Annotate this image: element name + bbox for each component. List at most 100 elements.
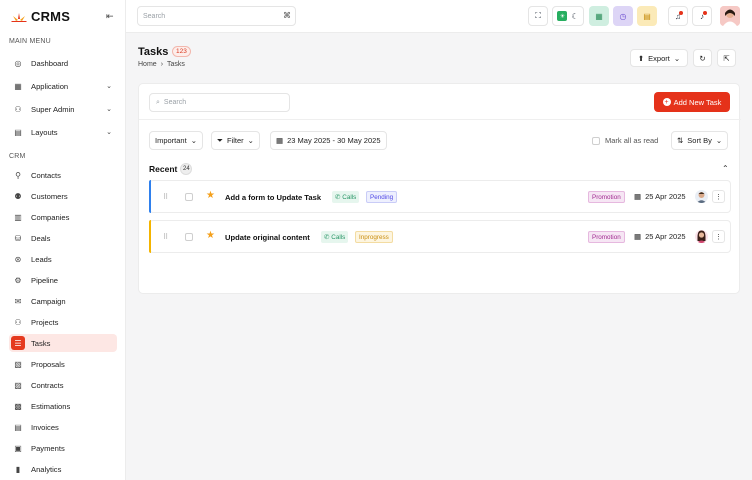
sidebar-item-tasks[interactable]: ☰ Tasks	[9, 334, 117, 352]
drag-handle-icon[interactable]: ⠿	[163, 193, 168, 201]
search-placeholder: Search	[143, 12, 166, 20]
collapse-header-button[interactable]: ⇱	[717, 49, 736, 67]
chevron-right-icon: ›	[160, 61, 164, 68]
task-type-label: Calls	[342, 193, 357, 201]
logo[interactable]: CRMS	[10, 9, 70, 24]
category-badge: Promotion	[588, 231, 625, 243]
alerts-button[interactable]: ♪	[692, 6, 712, 26]
fullscreen-icon: ⛶	[535, 11, 541, 20]
mark-all-read[interactable]: Mark all as read	[592, 136, 658, 145]
page-title: Tasks	[138, 46, 169, 58]
phone-icon: ✆	[324, 233, 330, 241]
pipeline-icon: ⚙	[14, 275, 22, 285]
filter-icon: ⏷	[217, 135, 223, 145]
contacts-icon: ⚲	[15, 170, 21, 180]
sidebar-item-label: Tasks	[31, 338, 51, 348]
leads-icon: ⊛	[14, 254, 22, 264]
sidebar-item-application[interactable]: ▦ Application ⌄	[9, 77, 117, 95]
apps-grid-icon: ▦	[595, 11, 603, 21]
sort-icon: ⇅	[677, 136, 684, 145]
task-title[interactable]: Update original content	[225, 233, 310, 242]
sidebar-item-label: Leads	[31, 254, 52, 264]
time-button[interactable]: ◷	[613, 6, 633, 26]
sidebar-item-proposals[interactable]: ▧ Proposals	[9, 355, 117, 373]
star-icon[interactable]: ★	[206, 230, 215, 241]
contracts-icon: ▨	[14, 380, 22, 390]
export-label: Export	[648, 53, 670, 63]
sort-by-dropdown[interactable]: ⇅ Sort By ⌄	[671, 131, 729, 150]
assignee-portrait-icon	[697, 230, 706, 243]
collapse-sidebar-icon[interactable]: ⇤	[106, 11, 114, 22]
alert-dot	[703, 11, 707, 15]
proposals-icon: ▧	[14, 359, 22, 369]
sidebar-item-invoices[interactable]: ▤ Invoices	[9, 418, 117, 436]
sidebar-item-campaign[interactable]: ✉ Campaign	[9, 292, 117, 310]
chevron-down-icon: ⌄	[190, 136, 197, 145]
chevron-down-icon: ⌄	[673, 53, 681, 63]
sidebar-item-deals[interactable]: ⛁ Deals	[9, 229, 117, 247]
theme-toggle[interactable]: ☀ ☾	[552, 6, 584, 26]
task-search-input[interactable]: ⌕ Search	[149, 93, 290, 112]
filter-label: Filter	[227, 136, 244, 145]
sidebar-item-label: Campaign	[31, 296, 66, 306]
sidebar-item-analytics[interactable]: ▮ Analytics	[9, 460, 117, 478]
date-range-picker[interactable]: ▦ 23 May 2025 - 30 May 2025	[270, 131, 387, 150]
sidebar-item-contracts[interactable]: ▨ Contracts	[9, 376, 117, 394]
apps-button[interactable]: ▦	[589, 6, 609, 26]
sidebar-item-estimations[interactable]: ▩ Estimations	[9, 397, 117, 415]
recent-count-badge: 24	[180, 163, 193, 175]
sidebar-item-label: Payments	[31, 443, 65, 453]
global-search-input[interactable]: Search ⌘	[137, 6, 296, 26]
row-accent-bar	[149, 180, 151, 213]
dashboard-icon: ◎	[14, 58, 22, 68]
recent-label: Recent	[149, 164, 178, 174]
tasks-card: ⌕ Search + Add New Task Important ⌄ ⏷ Fi…	[138, 83, 741, 294]
sidebar-item-projects[interactable]: ⚇ Projects	[9, 313, 117, 331]
star-icon[interactable]: ★	[206, 190, 215, 201]
assignee-avatar[interactable]	[695, 190, 708, 203]
calendar-icon: ▦	[634, 192, 642, 201]
breadcrumb-home[interactable]: Home	[138, 61, 157, 68]
task-date-value: 25 Apr 2025	[645, 192, 686, 201]
assignee-avatar[interactable]	[695, 230, 708, 243]
plus-circle-icon: +	[662, 98, 671, 106]
search-placeholder: Search	[163, 99, 187, 106]
task-row[interactable]: ⠿ ★ Add a form to Update Task ✆ Calls Pe…	[149, 180, 731, 213]
sidebar-item-companies[interactable]: ▥ Companies	[9, 208, 117, 226]
task-row[interactable]: ⠿ ★ Update original content ✆ Calls Inpr…	[149, 220, 731, 253]
refresh-button[interactable]: ↻	[693, 49, 712, 67]
more-options-button[interactable]: ⋮	[712, 230, 725, 243]
sun-icon: ☀	[557, 11, 568, 21]
mark-all-checkbox[interactable]	[592, 136, 600, 145]
task-title[interactable]: Add a form to Update Task	[225, 193, 321, 202]
sidebar-item-contacts[interactable]: ⚲ Contacts	[9, 166, 117, 184]
sidebar-item-label: Proposals	[31, 359, 65, 369]
section-main-menu: MAIN MENU	[9, 38, 51, 45]
sidebar-item-dashboard[interactable]: ◎ Dashboard	[9, 54, 117, 72]
sidebar-item-customers[interactable]: ⚉ Customers	[9, 187, 117, 205]
collapse-icon: ⇱	[723, 53, 730, 63]
command-key-icon: ⌘	[283, 11, 291, 20]
drag-handle-icon[interactable]: ⠿	[163, 233, 168, 241]
export-button[interactable]: ⬆ Export ⌄	[630, 49, 688, 67]
add-new-task-button[interactable]: + Add New Task	[654, 92, 730, 112]
customers-icon: ⚉	[14, 191, 22, 201]
task-date: ▦ 25 Apr 2025	[634, 192, 686, 201]
chevron-up-icon[interactable]: ⌃	[722, 164, 729, 173]
sidebar-item-label: Layouts	[31, 127, 58, 137]
notifications-button[interactable]: ♫	[668, 6, 688, 26]
chevron-down-icon: ⌄	[247, 136, 254, 145]
sidebar-item-super-admin[interactable]: ⚇ Super Admin ⌄	[9, 100, 117, 118]
fullscreen-button[interactable]: ⛶	[528, 6, 548, 26]
more-options-button[interactable]: ⋮	[712, 190, 725, 203]
priority-dropdown[interactable]: Important ⌄	[149, 131, 203, 150]
sidebar-item-pipeline[interactable]: ⚙ Pipeline	[9, 271, 117, 289]
task-checkbox[interactable]	[185, 233, 193, 241]
filter-dropdown[interactable]: ⏷ Filter ⌄	[211, 131, 260, 150]
sidebar-item-payments[interactable]: ▣ Payments	[9, 439, 117, 457]
user-avatar[interactable]	[720, 6, 740, 26]
sidebar-item-layouts[interactable]: ▤ Layouts ⌄	[9, 123, 117, 141]
task-checkbox[interactable]	[185, 193, 193, 201]
sidebar-item-leads[interactable]: ⊛ Leads	[9, 250, 117, 268]
calendar-button[interactable]: ▤	[637, 6, 657, 26]
